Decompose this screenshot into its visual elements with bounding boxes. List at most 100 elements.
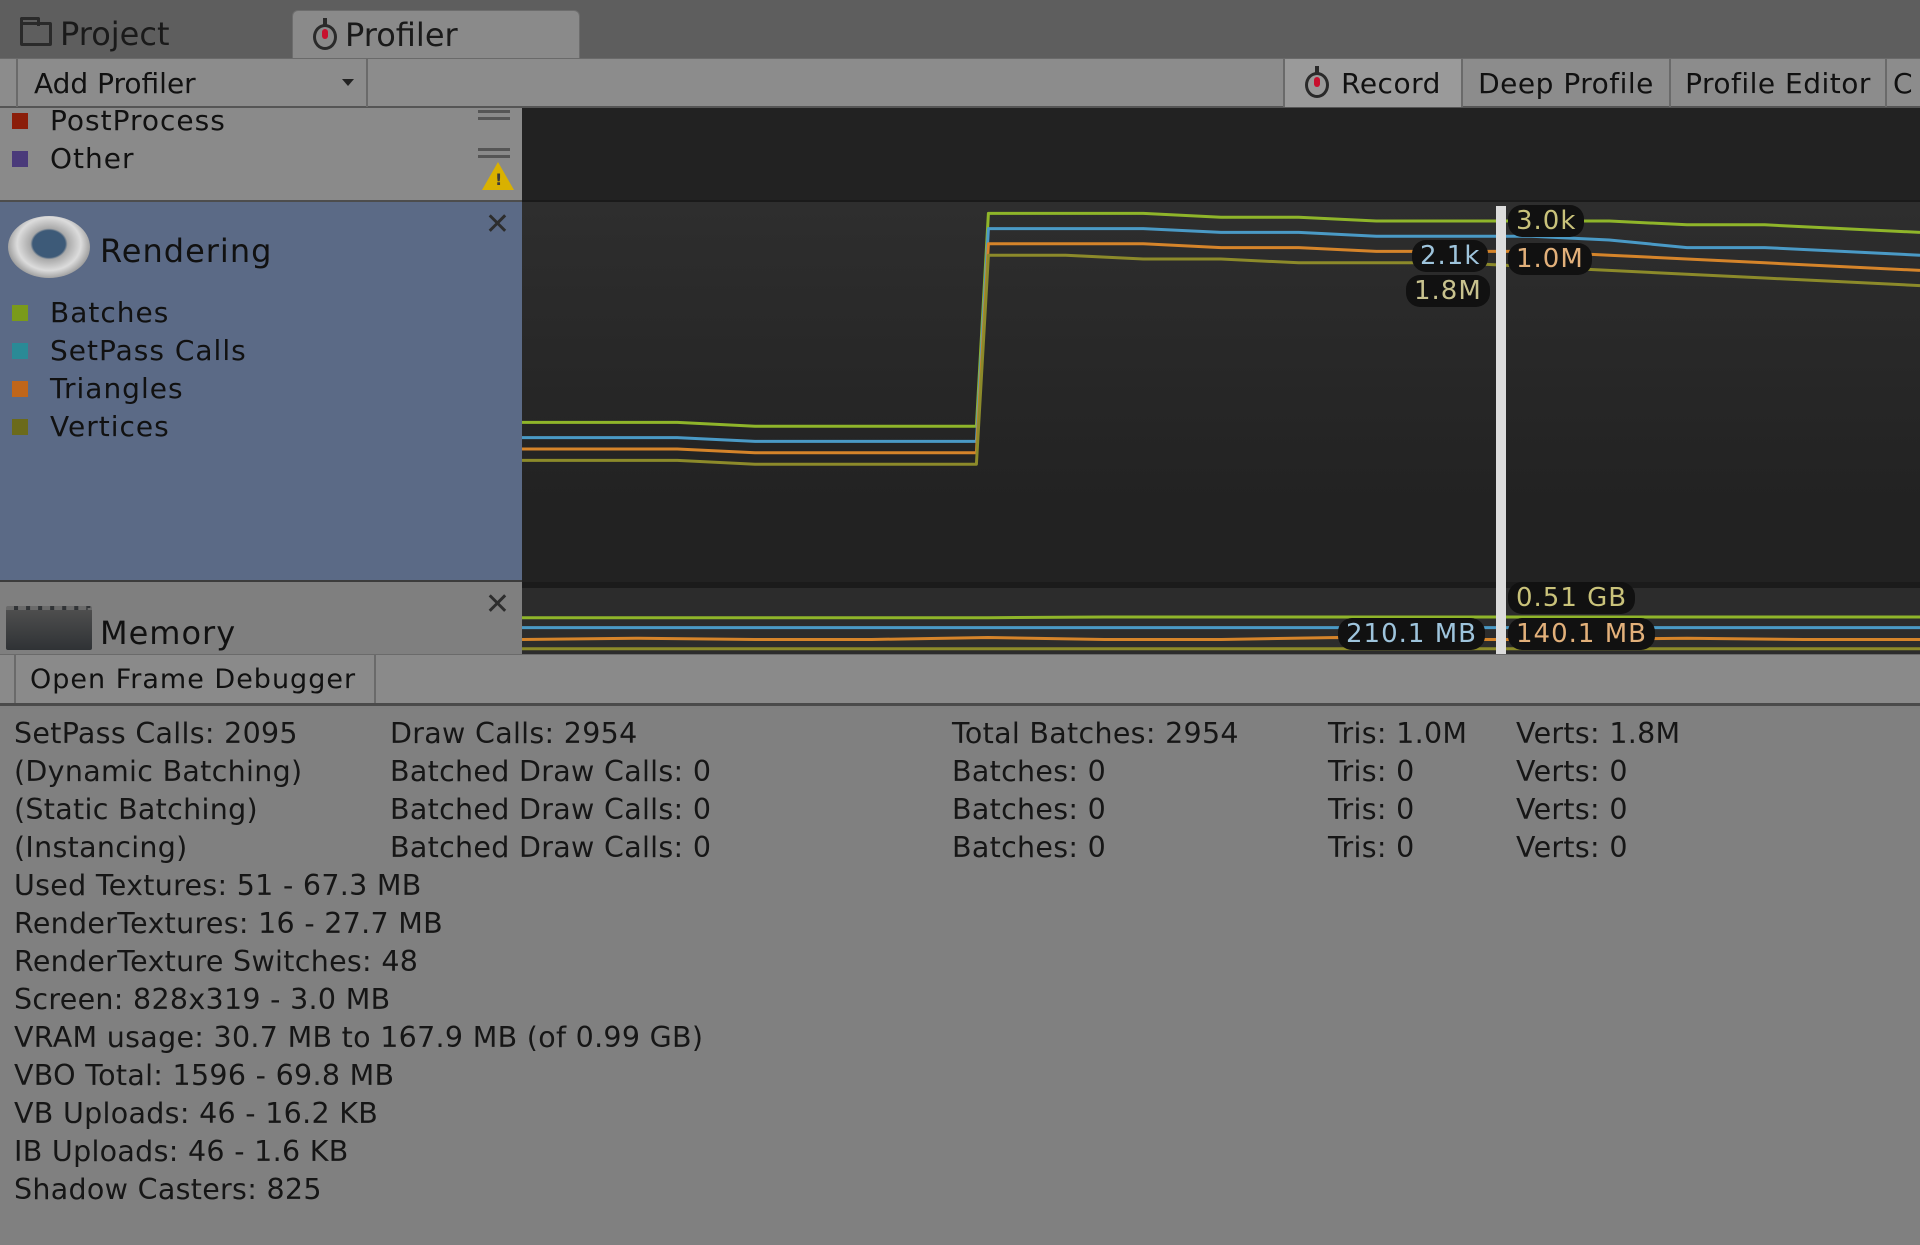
stat-text: Tris: 1.0M (1328, 717, 1468, 750)
rendering-title: Rendering (100, 232, 273, 270)
legend-item-batches[interactable]: Batches (12, 296, 169, 329)
value-label-setpass: 2.1k (1412, 240, 1489, 272)
tab-profiler[interactable]: Profiler (292, 10, 580, 58)
profiler-toolbar: Add Profiler Record Deep Profile Profile… (0, 58, 1920, 108)
legend-item-other[interactable]: Other (12, 142, 135, 175)
profile-editor-button[interactable]: Profile Editor (1669, 59, 1885, 107)
stat-text: IB Uploads: 46 - 1.6 KB (14, 1135, 349, 1168)
legend-label: PostProcess (50, 104, 226, 137)
legend-label: Vertices (50, 410, 170, 443)
deep-profile-label: Deep Profile (1478, 66, 1654, 100)
stat-text: VBO Total: 1596 - 69.8 MB (14, 1059, 395, 1092)
open-frame-debugger-button[interactable]: Open Frame Debugger (14, 655, 376, 703)
stat-text: RenderTextures: 16 - 27.7 MB (14, 907, 444, 940)
profiler-window: Project Profiler Add Profiler Record Dee… (0, 0, 1920, 1245)
close-icon[interactable]: ✕ (485, 210, 510, 240)
stat-text: (Static Batching) (14, 793, 258, 826)
stat-text: Verts: 0 (1516, 831, 1628, 864)
stat-text: Verts: 1.8M (1516, 717, 1681, 750)
cpu-module-legend[interactable]: PostProcess Other ! (0, 104, 522, 202)
drag-handle-icon[interactable] (478, 148, 510, 158)
tab-bar: Project Profiler (0, 0, 1920, 58)
memory-chip-icon (6, 606, 92, 650)
memory-chart-svg (522, 615, 1920, 651)
memory-title: Memory (100, 614, 237, 652)
folder-icon (20, 17, 52, 46)
record-icon (1305, 66, 1330, 98)
tab-project-label: Project (60, 15, 170, 53)
series-line-vertices (522, 253, 1920, 466)
record-label: Record (1341, 66, 1441, 100)
stat-text: Tris: 0 (1328, 831, 1415, 864)
value-label-memory-right: 140.1 MB (1508, 618, 1655, 650)
record-button[interactable]: Record (1283, 59, 1461, 107)
cpu-chart[interactable] (522, 108, 1920, 202)
value-label-batches: 3.0k (1508, 205, 1585, 237)
series-line-batches (522, 211, 1920, 428)
clear-button[interactable]: C (1885, 59, 1920, 107)
stat-text: SetPass Calls: 2095 (14, 717, 298, 750)
series-line-total (522, 615, 1920, 620)
stat-text: (Instancing) (14, 831, 188, 864)
selected-frame-marker[interactable] (1496, 206, 1506, 654)
rendering-module-legend[interactable]: Rendering ✕ Batches SetPass Calls Triang… (0, 202, 522, 582)
profile-editor-label: Profile Editor (1685, 66, 1871, 100)
memory-module-legend[interactable]: Memory ✕ (0, 582, 522, 654)
stat-text: Shadow Casters: 825 (14, 1173, 322, 1206)
stat-text: VRAM usage: 30.7 MB to 167.9 MB (of 0.99… (14, 1021, 704, 1054)
stat-text: Batches: 0 (952, 831, 1107, 864)
tab-profiler-label: Profiler (345, 15, 458, 54)
rendering-icon (8, 216, 90, 278)
value-label-triangles: 1.0M (1508, 243, 1592, 275)
add-profiler-label: Add Profiler (34, 66, 196, 100)
stat-text: Batched Draw Calls: 0 (390, 793, 712, 826)
add-profiler-dropdown[interactable]: Add Profiler (16, 59, 368, 107)
stat-text: RenderTexture Switches: 48 (14, 945, 419, 978)
value-label-memory-left: 210.1 MB (1338, 618, 1485, 650)
stat-text: Verts: 0 (1516, 755, 1628, 788)
stat-text: Batches: 0 (952, 793, 1107, 826)
chevron-down-icon (342, 79, 354, 86)
legend-item-vertices[interactable]: Vertices (12, 410, 170, 443)
open-frame-debugger-label: Open Frame Debugger (30, 663, 357, 695)
legend-item-triangles[interactable]: Triangles (12, 372, 184, 405)
stat-text: Batched Draw Calls: 0 (390, 755, 712, 788)
legend-swatch (12, 150, 28, 167)
legend-label: SetPass Calls (50, 334, 247, 367)
memory-chart[interactable] (522, 582, 1920, 654)
series-line-mesh (522, 636, 1920, 641)
close-icon[interactable]: ✕ (485, 590, 510, 620)
frame-debugger-bar: Open Frame Debugger (0, 654, 1920, 706)
legend-swatch (12, 418, 28, 435)
stat-text: Total Batches: 2954 (952, 717, 1239, 750)
stat-text: Batched Draw Calls: 0 (390, 831, 712, 864)
deep-profile-button[interactable]: Deep Profile (1461, 59, 1669, 107)
value-label-memory-total: 0.51 GB (1508, 582, 1636, 614)
legend-item-setpass-calls[interactable]: SetPass Calls (12, 334, 247, 367)
stat-text: Used Textures: 51 - 67.3 MB (14, 869, 422, 902)
clear-button-label: C (1893, 66, 1914, 100)
stopwatch-icon (313, 17, 337, 50)
drag-handle-icon[interactable] (478, 110, 510, 120)
stat-text: Screen: 828x319 - 3.0 MB (14, 983, 391, 1016)
stat-text: (Dynamic Batching) (14, 755, 303, 788)
legend-swatch (12, 112, 28, 129)
rendering-chart[interactable] (522, 202, 1920, 582)
rendering-chart-svg (522, 211, 1920, 466)
value-label-vertices: 1.8M (1406, 275, 1490, 307)
legend-label: Triangles (50, 372, 184, 405)
legend-swatch (12, 380, 28, 397)
legend-label: Batches (50, 296, 170, 329)
stat-text: VB Uploads: 46 - 16.2 KB (14, 1097, 379, 1130)
stat-text: Tris: 0 (1328, 755, 1415, 788)
warning-icon[interactable]: ! (482, 162, 514, 190)
tab-project[interactable]: Project (0, 10, 280, 58)
legend-swatch (12, 304, 28, 321)
stat-text: Verts: 0 (1516, 793, 1628, 826)
rendering-stats-panel: SetPass Calls: 2095 (Dynamic Batching) (… (0, 709, 1920, 1245)
legend-swatch (12, 342, 28, 359)
legend-label: Other (50, 142, 135, 175)
stat-text: Draw Calls: 2954 (390, 717, 638, 750)
legend-item-postprocess[interactable]: PostProcess (12, 104, 226, 137)
stat-text: Batches: 0 (952, 755, 1107, 788)
